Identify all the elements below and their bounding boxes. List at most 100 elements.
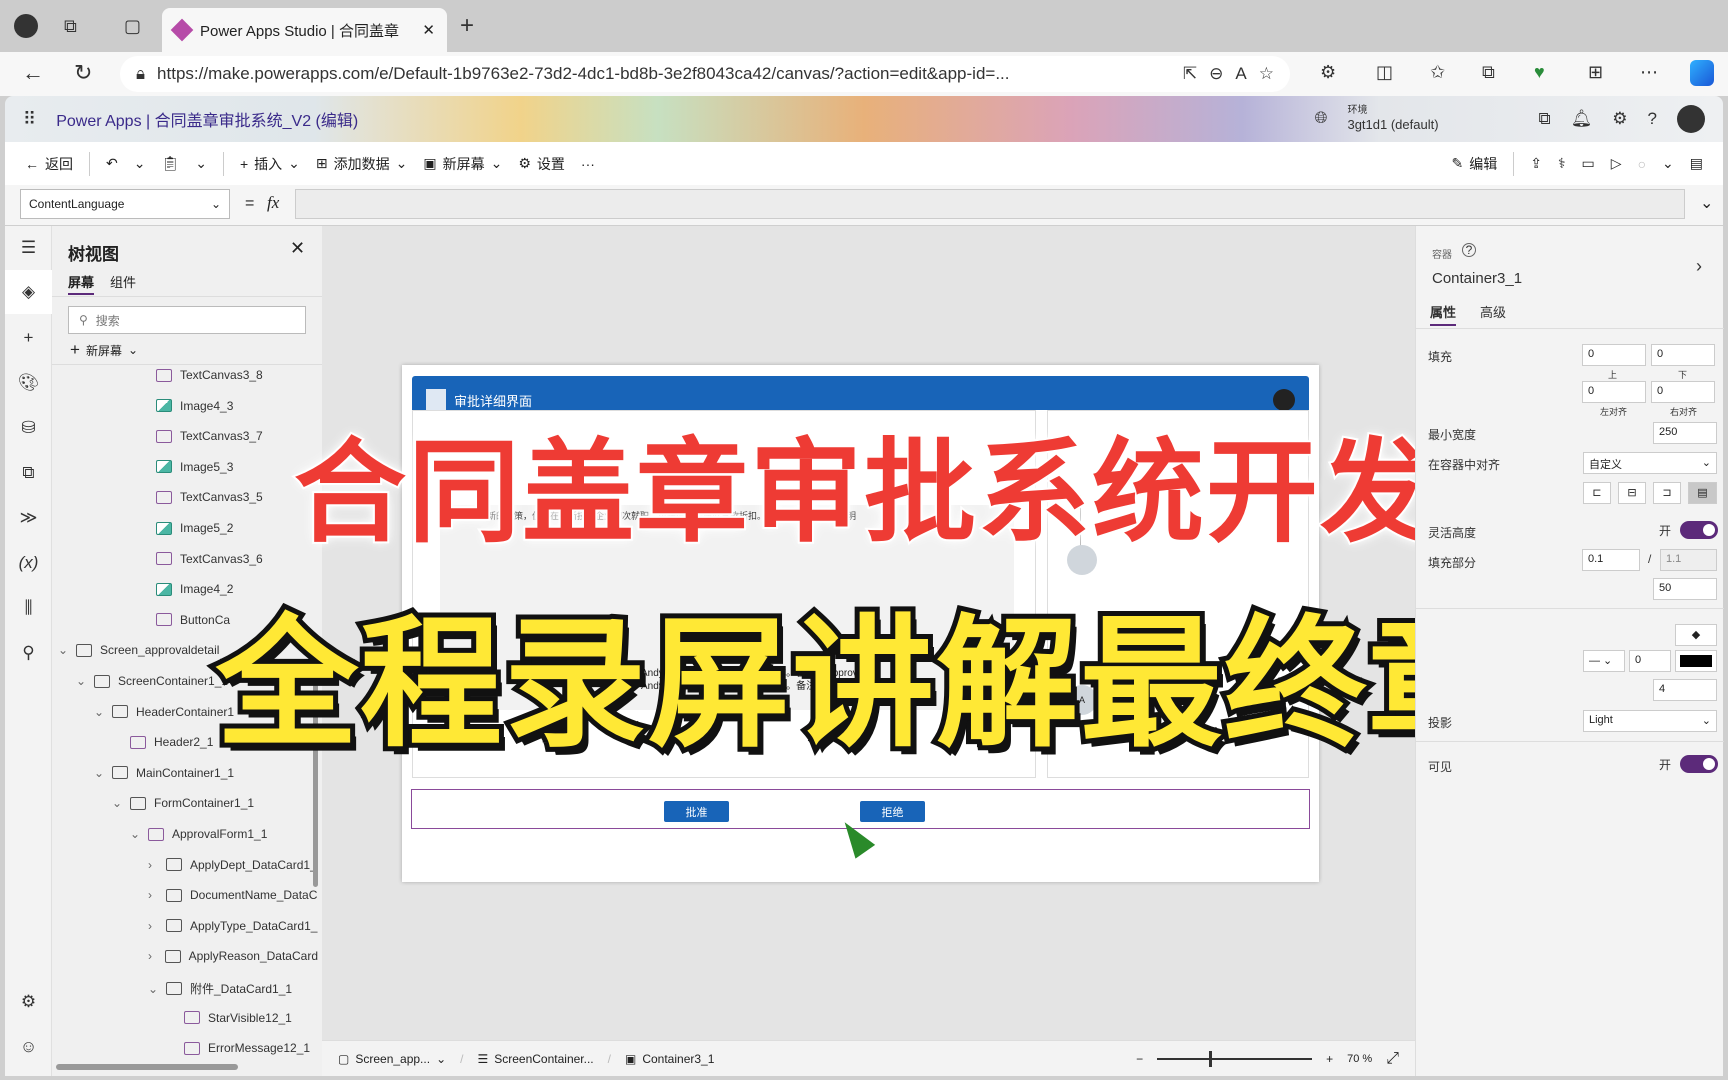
- expand-formula-icon[interactable]: ⌄: [1700, 193, 1713, 213]
- tree-item[interactable]: › DocumentName_DataC: [148, 888, 318, 902]
- help-circle-icon[interactable]: ?: [1462, 243, 1476, 257]
- fit-to-window-icon[interactable]: ⤢: [1386, 1050, 1399, 1068]
- padding-bottom-input[interactable]: 0: [1651, 344, 1715, 366]
- split-screen-icon[interactable]: ◫: [1376, 62, 1393, 83]
- notification-bell-icon[interactable]: 🔔︎: [1571, 109, 1593, 129]
- product-name[interactable]: Power Apps: [56, 113, 141, 130]
- close-tab-icon[interactable]: ✕: [422, 21, 435, 39]
- tab-screens[interactable]: 屏幕: [68, 272, 95, 295]
- back-button[interactable]: ← 返回: [25, 154, 73, 174]
- tree-item[interactable]: StarVisible12_1: [166, 1011, 318, 1025]
- tree-item[interactable]: ErrorMessage12_1: [166, 1041, 318, 1055]
- chevron-right-icon[interactable]: ›: [148, 949, 157, 963]
- reject-button[interactable]: 拒绝: [860, 801, 925, 822]
- border-style-dropdown[interactable]: — ⌄: [1583, 650, 1625, 672]
- settings-gear-icon[interactable]: ⚙: [1612, 109, 1627, 129]
- border-radius-input[interactable]: 4: [1653, 679, 1717, 701]
- align-center-button[interactable]: ⊟: [1618, 482, 1646, 504]
- edit-button[interactable]: ✎ 编辑: [1452, 154, 1498, 174]
- app-checker-button[interactable]: ⚕: [1558, 155, 1566, 172]
- zoom-slider[interactable]: [1157, 1050, 1313, 1067]
- insert-button[interactable]: + 插入 ⌄: [240, 154, 300, 174]
- extensions-icon[interactable]: ⚙: [1320, 62, 1336, 83]
- undo-dropdown[interactable]: ⌄: [134, 155, 146, 172]
- new-tab-icon[interactable]: +: [460, 12, 474, 40]
- hamburger-menu-icon[interactable]: ☰: [5, 226, 52, 270]
- align-end-button[interactable]: ⊐: [1653, 482, 1681, 504]
- padding-left-input[interactable]: 0: [1582, 381, 1646, 403]
- user-avatar[interactable]: [1677, 105, 1705, 133]
- share-button[interactable]: ⇪: [1530, 155, 1542, 172]
- add-data-button[interactable]: ⊞ 添加数据 ⌄: [316, 154, 407, 174]
- chevron-down-icon[interactable]: ⌄: [130, 827, 140, 841]
- chevron-right-icon[interactable]: ›: [148, 858, 158, 872]
- tree-item[interactable]: TextCanvas3_8: [138, 368, 318, 382]
- more-icon[interactable]: ⋯: [1640, 62, 1658, 83]
- insert-plus-icon[interactable]: +: [5, 316, 52, 360]
- preview-button[interactable]: ▷: [1611, 155, 1622, 172]
- expand-panel-chevron-icon[interactable]: ›: [1696, 256, 1702, 277]
- tree-item[interactable]: › ApplyType_DataCard1_: [148, 919, 318, 933]
- profile-avatar[interactable]: [14, 14, 38, 38]
- zoom-out-button[interactable]: −: [1136, 1052, 1143, 1066]
- tab-advanced[interactable]: 高级: [1480, 302, 1506, 321]
- align-in-container-dropdown[interactable]: 自定义 ⌄: [1583, 452, 1717, 474]
- comments-button[interactable]: ▭: [1582, 155, 1595, 172]
- save-button[interactable]: ○: [1638, 156, 1646, 172]
- chevron-right-icon[interactable]: ›: [148, 919, 158, 933]
- favorite-star-icon[interactable]: ☆: [1259, 64, 1274, 84]
- zoom-icon[interactable]: ⊖: [1209, 64, 1223, 84]
- settings-icon[interactable]: ⚙: [5, 980, 52, 1024]
- settings-button[interactable]: ⚙ 设置: [518, 154, 565, 174]
- tab-properties[interactable]: 属性: [1430, 302, 1457, 326]
- border-color-swatch[interactable]: [1675, 650, 1717, 672]
- publish-button[interactable]: ▤: [1690, 155, 1703, 172]
- back-icon[interactable]: ←: [22, 60, 44, 86]
- tree-item[interactable]: › ApplyReason_DataCard: [148, 949, 318, 963]
- apps-icon[interactable]: ⊞: [1588, 62, 1603, 83]
- tree-item[interactable]: ⌄ ApprovalForm1_1: [130, 827, 318, 841]
- refresh-icon[interactable]: ↻: [74, 60, 92, 86]
- new-screen-button[interactable]: ▣ 新屏幕 ⌄: [423, 154, 502, 174]
- tree-horizontal-scrollbar[interactable]: [56, 1064, 238, 1070]
- waffle-icon[interactable]: ⠿: [23, 109, 36, 130]
- min-width-input[interactable]: 250: [1653, 422, 1717, 444]
- undo-button[interactable]: ↶: [106, 155, 118, 172]
- fill-color-button[interactable]: ◆: [1675, 624, 1717, 646]
- collections-icon[interactable]: ⧉: [1482, 62, 1495, 83]
- approve-button[interactable]: 批准: [664, 801, 729, 822]
- workspaces-icon[interactable]: ⧉: [64, 16, 77, 37]
- align-start-button[interactable]: ⊏: [1583, 482, 1611, 504]
- flexible-height-toggle[interactable]: [1680, 521, 1718, 539]
- tree-search-input[interactable]: ⚲ 搜索: [68, 306, 306, 334]
- new-screen-tree-button[interactable]: + 新屏幕 ⌄: [70, 340, 138, 360]
- copilot-icon[interactable]: [1690, 60, 1714, 86]
- favorites-icon[interactable]: ✩: [1430, 62, 1445, 83]
- copilot-bot-icon[interactable]: ☺: [5, 1025, 52, 1069]
- tab-components[interactable]: 组件: [110, 272, 136, 291]
- zoom-slider-thumb[interactable]: [1209, 1050, 1213, 1067]
- tree-item[interactable]: ⌄ FormContainer1_1: [112, 796, 318, 810]
- padding-top-input[interactable]: 0: [1582, 344, 1646, 366]
- paste-dropdown[interactable]: ⌄: [195, 155, 207, 172]
- help-icon[interactable]: ?: [1648, 109, 1657, 129]
- padding-right-input[interactable]: 0: [1651, 381, 1715, 403]
- container-breadcrumb[interactable]: ☰ ScreenContainer...: [477, 1052, 593, 1066]
- address-bar[interactable]: 🔒︎ https://make.powerapps.com/e/Default-…: [120, 56, 1290, 92]
- browser-tab-active[interactable]: Power Apps Studio | 合同盖章 ✕: [162, 8, 447, 52]
- property-dropdown[interactable]: ContentLanguage ⌄: [20, 189, 230, 219]
- health-icon[interactable]: ♥: [1534, 62, 1545, 83]
- tab-actions-icon[interactable]: ▢: [124, 16, 141, 37]
- close-panel-icon[interactable]: ✕: [290, 238, 305, 259]
- open-app-icon[interactable]: ⇱: [1183, 64, 1197, 84]
- environment-picker[interactable]: 环境 3gt1d1 (default): [1347, 105, 1438, 133]
- read-aloud-icon[interactable]: A: [1235, 64, 1246, 84]
- save-dropdown[interactable]: ⌄: [1662, 155, 1674, 172]
- tree-item[interactable]: ⌄ 附件_DataCard1_1: [148, 980, 318, 997]
- themes-palette-icon[interactable]: 🎨︎: [5, 361, 52, 405]
- visible-toggle[interactable]: [1680, 755, 1718, 773]
- chevron-right-icon[interactable]: ›: [148, 888, 158, 902]
- screen-breadcrumb[interactable]: ▢ Screen_app... ⌄: [338, 1052, 446, 1066]
- chevron-down-icon[interactable]: ⌄: [148, 982, 158, 996]
- zoom-in-button[interactable]: +: [1326, 1052, 1333, 1066]
